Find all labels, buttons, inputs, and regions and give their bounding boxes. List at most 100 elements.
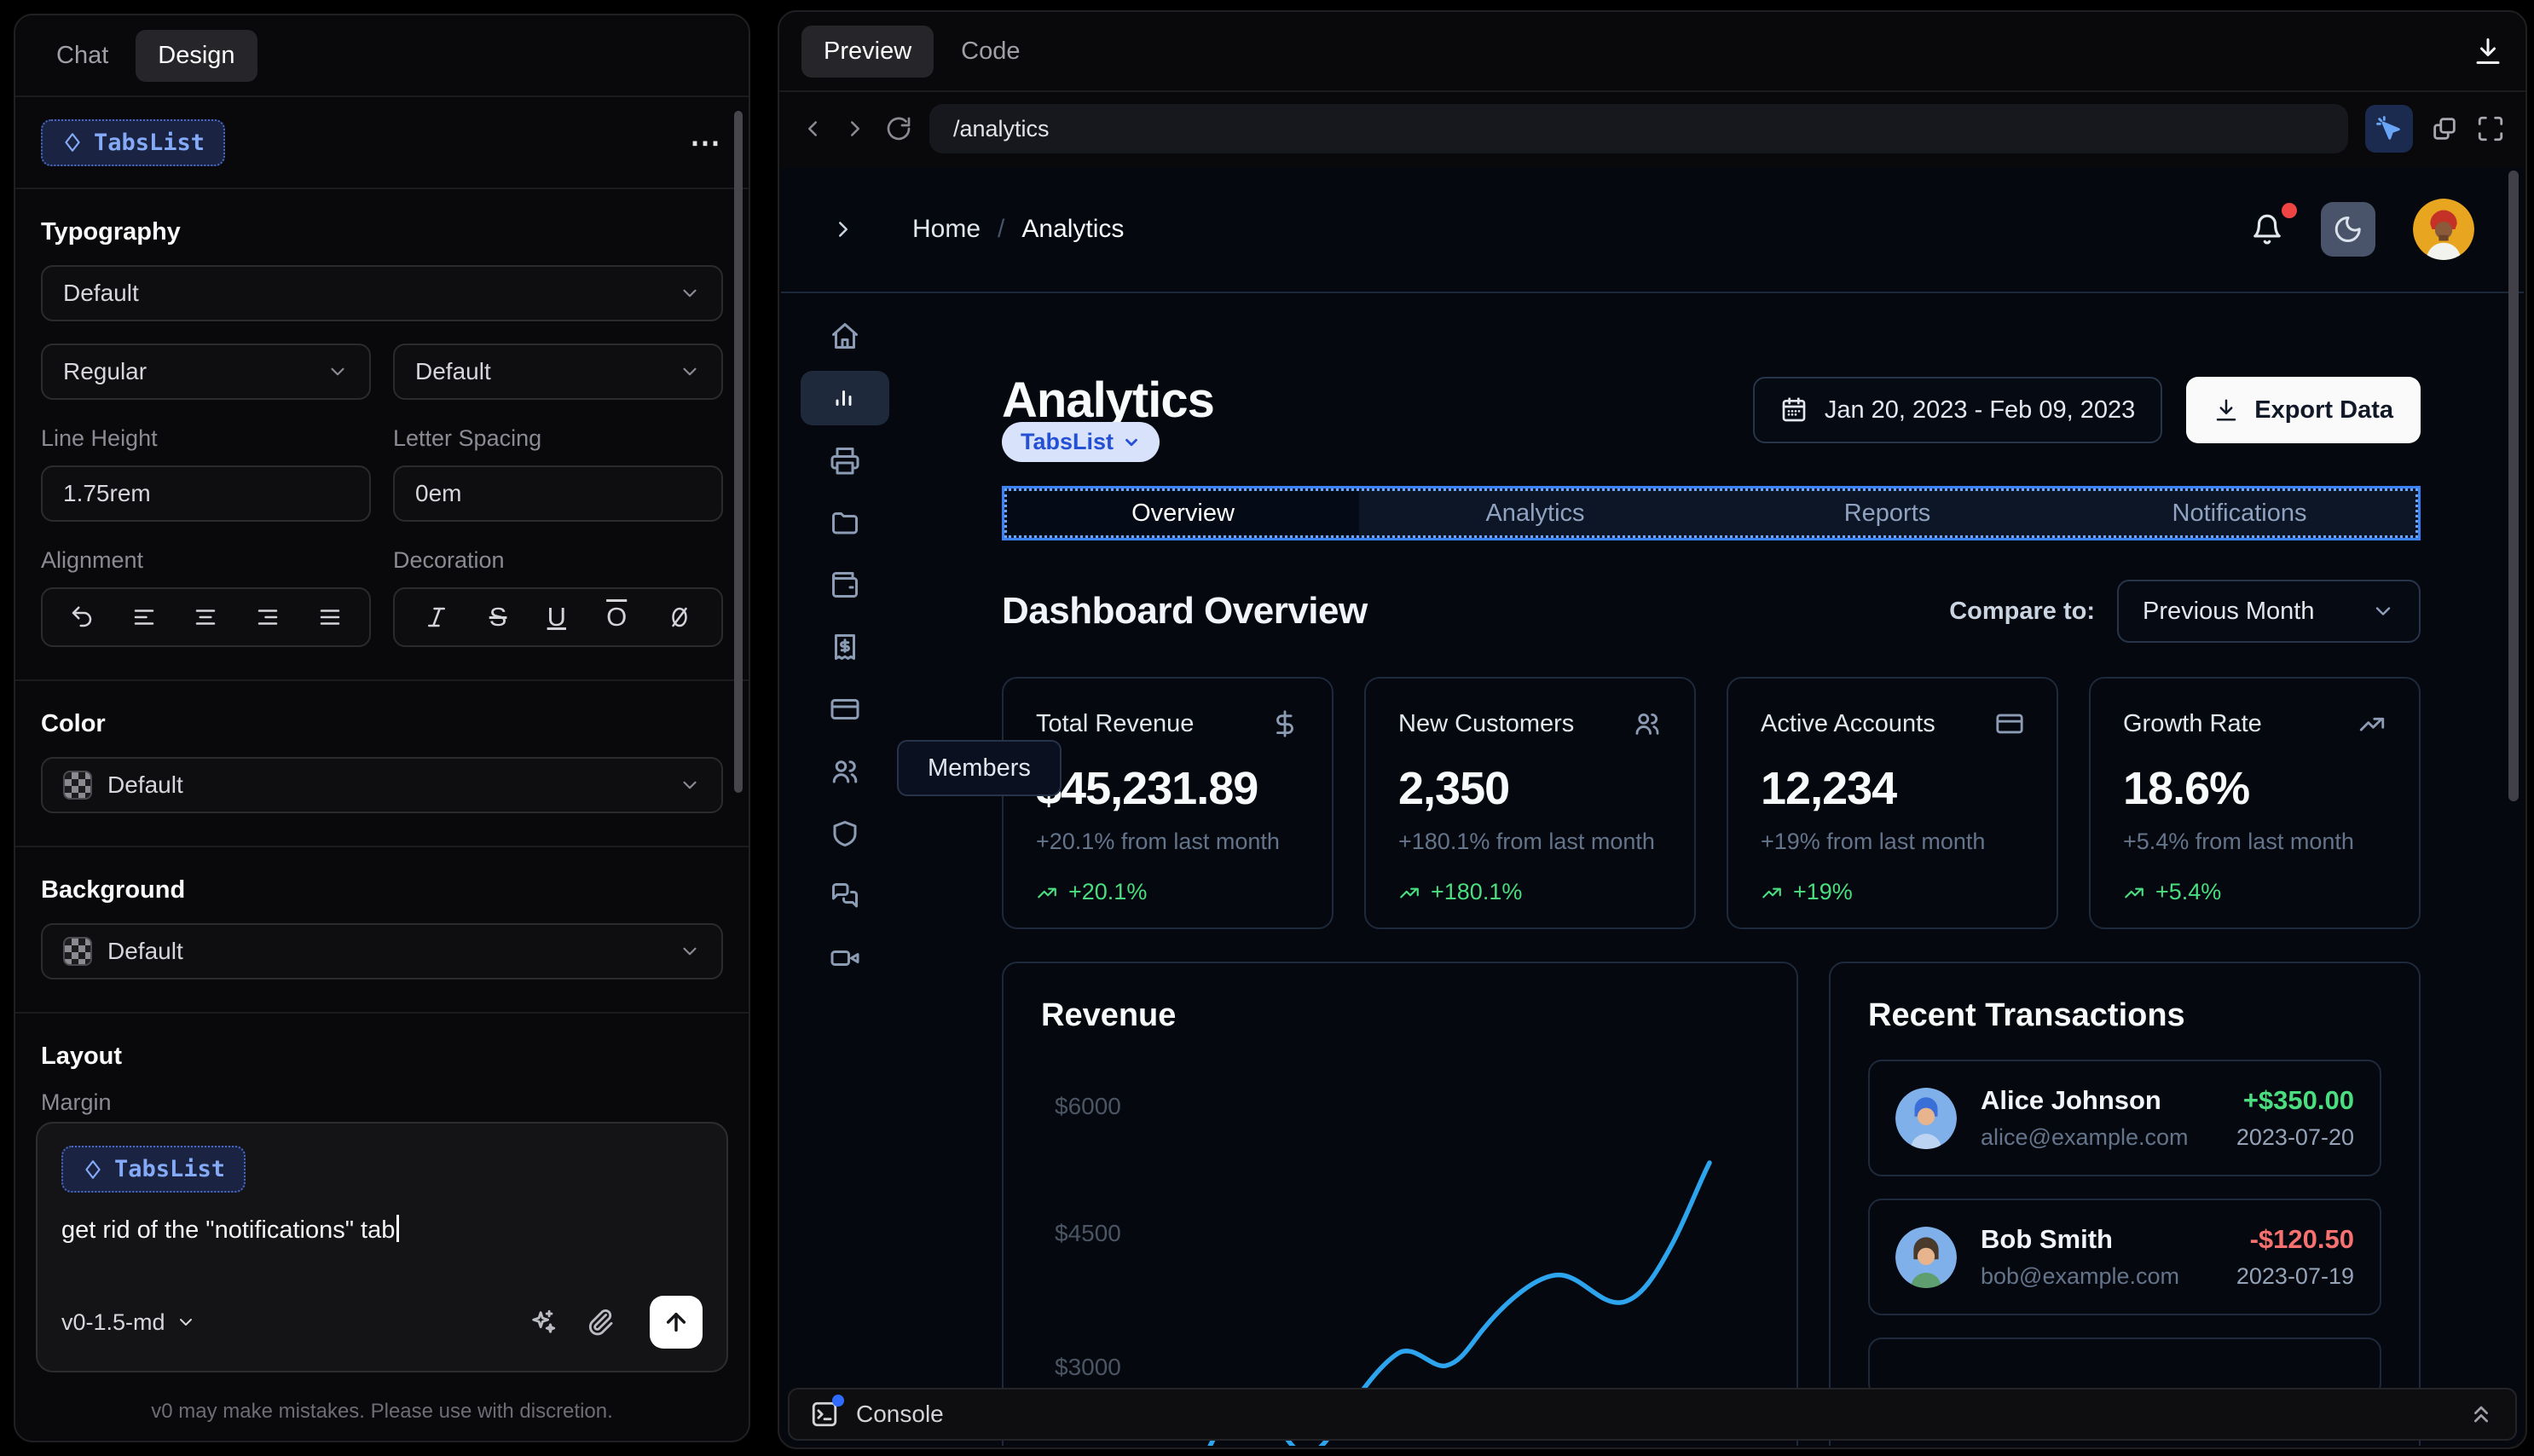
sidebar-item-analytics[interactable] (801, 371, 889, 425)
tab-reports[interactable]: Reports (1711, 491, 2063, 535)
no-decoration-icon[interactable] (667, 604, 692, 630)
panel-tabs: Chat Design (15, 15, 749, 97)
strikethrough-icon[interactable]: S (489, 602, 507, 633)
font-size-select[interactable]: Default (393, 344, 723, 400)
trend-up-icon (2125, 887, 2143, 898)
panel-scrollbar[interactable] (734, 111, 743, 793)
overline-icon[interactable]: O (606, 602, 627, 633)
notification-dot (2282, 203, 2297, 218)
component-selection-chip[interactable]: TabsList (1002, 422, 1160, 462)
send-button[interactable] (650, 1296, 703, 1349)
background-section-label: Background (41, 876, 186, 904)
reset-alignment-icon[interactable] (69, 604, 95, 630)
date-range-button[interactable]: Jan 20, 2023 - Feb 09, 2023 (1752, 377, 2163, 443)
italic-icon[interactable] (424, 604, 449, 630)
letter-spacing-input[interactable]: 0em (393, 465, 723, 522)
breadcrumb-home[interactable]: Home (912, 215, 981, 244)
align-left-icon[interactable] (131, 604, 157, 630)
list-item[interactable]: Alice Johnson alice@example.com +$350.00… (1868, 1060, 2381, 1176)
selected-component-row: TabsList ⋯ (15, 97, 749, 189)
tab-chat[interactable]: Chat (38, 30, 127, 82)
sidebar-item-cards[interactable] (801, 682, 889, 737)
theme-toggle-button[interactable] (2321, 202, 2375, 257)
sidebar-item-messages[interactable] (801, 869, 889, 923)
prompt-input[interactable]: get rid of the "notifications" tab (61, 1215, 703, 1245)
font-weight-select[interactable]: Regular (41, 344, 371, 400)
tab-overview[interactable]: Overview (1007, 491, 1359, 535)
color-swatch-icon (63, 937, 92, 966)
download-icon[interactable] (2473, 36, 2503, 66)
chevrons-up-icon[interactable] (2467, 1401, 2495, 1428)
list-item[interactable]: Bob Smith bob@example.com -$120.50 2023-… (1868, 1199, 2381, 1315)
background-color-value: Default (107, 938, 183, 964)
sparkles-icon[interactable] (529, 1308, 558, 1337)
export-data-button[interactable]: Export Data (2186, 377, 2421, 443)
sidebar-item-invoices[interactable] (801, 433, 889, 488)
url-input[interactable]: /analytics (929, 104, 2348, 153)
sidebar-item-files[interactable] (801, 495, 889, 550)
text-caret (396, 1215, 400, 1242)
breadcrumb-current: Analytics (1021, 215, 1125, 243)
font-size-value: Default (415, 358, 491, 384)
color-swatch-icon (63, 771, 92, 800)
preview-navbar: /analytics (779, 92, 2525, 165)
avatar[interactable] (2413, 199, 2474, 260)
stats-grid: Total Revenue $45,231.89 +20.1% from las… (1002, 677, 2421, 929)
align-center-icon[interactable] (193, 604, 218, 630)
model-select[interactable]: v0-1.5-md (61, 1309, 196, 1336)
avatar (1895, 1226, 1957, 1288)
sidebar-item-wallet[interactable] (801, 558, 889, 612)
transactions-card: Recent Transactions Alice Johnson alice@… (1829, 962, 2421, 1446)
sidebar-item-members[interactable] (801, 744, 889, 799)
sidebar-item-security[interactable] (801, 806, 889, 861)
sidebar-toggle-icon[interactable] (830, 217, 856, 242)
sidebar-item-home[interactable] (801, 309, 889, 363)
tab-code[interactable]: Code (942, 26, 1038, 78)
tab-preview[interactable]: Preview (801, 25, 934, 78)
composer-context-chip[interactable]: TabsList (61, 1146, 246, 1193)
console-activity-dot (832, 1395, 844, 1407)
stat-subtext: +20.1% from last month (1036, 829, 1280, 854)
fullscreen-icon[interactable] (2476, 114, 2505, 143)
stat-card-active-accounts: Active Accounts 12,234 +19% from last mo… (1727, 677, 2058, 929)
stat-value: 2,350 (1398, 763, 1510, 814)
app-main: Analytics TabsList Jan 20, 2023 - Feb 09… (909, 293, 2524, 1446)
sidebar-item-video[interactable] (801, 931, 889, 985)
copy-icon[interactable] (2430, 114, 2459, 143)
more-options-icon[interactable]: ⋯ (690, 124, 723, 160)
back-icon[interactable] (800, 116, 825, 142)
tab-notifications[interactable]: Notifications (2063, 491, 2415, 535)
tab-design[interactable]: Design (136, 29, 257, 82)
font-family-select[interactable]: Default (41, 265, 723, 321)
align-right-icon[interactable] (255, 604, 281, 630)
inspect-cursor-button[interactable] (2365, 105, 2413, 153)
chat-composer[interactable]: TabsList get rid of the "notifications" … (36, 1122, 728, 1372)
stat-card-total-revenue: Total Revenue $45,231.89 +20.1% from las… (1002, 677, 1334, 929)
notifications-button[interactable] (2251, 203, 2297, 246)
dashboard-tabs: Overview Analytics Reports Notifications (1004, 488, 2418, 538)
sidebar-item-billing[interactable] (801, 620, 889, 674)
sidebar-tooltip: Members (897, 740, 1062, 796)
refresh-icon[interactable] (885, 115, 912, 142)
avatar (1895, 1087, 1957, 1149)
align-justify-icon[interactable] (317, 604, 343, 630)
stat-value: $45,231.89 (1036, 763, 1258, 814)
console-bar[interactable]: Console (788, 1388, 2517, 1441)
typography-section-label: Typography (41, 218, 181, 246)
transaction-name: Alice Johnson (1981, 1085, 2161, 1115)
stat-trend-value: +180.1% (1431, 879, 1523, 904)
selected-component-chip[interactable]: TabsList (41, 118, 226, 166)
preview-scrollbar[interactable] (2508, 170, 2519, 801)
tab-analytics[interactable]: Analytics (1359, 491, 1711, 535)
stat-value: 18.6% (2123, 763, 2250, 814)
preview-tabs: Preview Code (779, 12, 2525, 92)
forward-icon[interactable] (842, 116, 868, 142)
line-height-input[interactable]: 1.75rem (41, 465, 371, 522)
underline-icon[interactable]: U (547, 602, 566, 633)
background-color-select[interactable]: Default (41, 923, 723, 979)
text-color-select[interactable]: Default (41, 757, 723, 813)
users-icon (832, 760, 858, 783)
trend-up-icon (1762, 887, 1781, 898)
compare-select[interactable]: Previous Month (2117, 580, 2421, 643)
paperclip-icon[interactable] (587, 1308, 616, 1337)
